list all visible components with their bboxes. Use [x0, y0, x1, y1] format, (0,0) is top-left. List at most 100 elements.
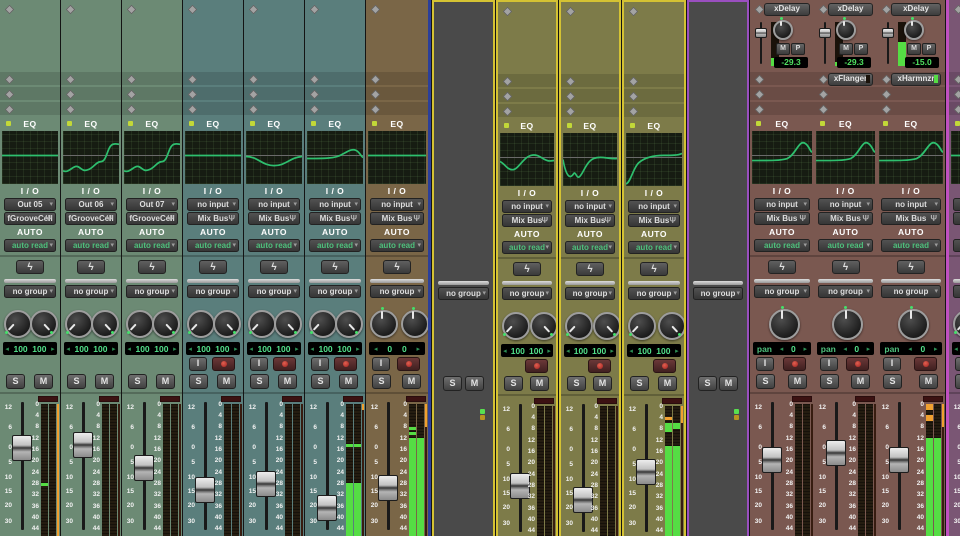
input-selector[interactable]: Mix BusΨ: [502, 214, 552, 227]
meter-clip-indicator[interactable]: [99, 396, 119, 402]
send-slot-a[interactable]: xDelay: [877, 2, 945, 15]
automation-mode-selector[interactable]: auto read▾: [65, 239, 117, 252]
send-slot-d[interactable]: [366, 102, 428, 115]
send-slot-d[interactable]: [877, 102, 945, 115]
elastic-audio-button[interactable]: ϟ: [321, 260, 349, 274]
solo-button[interactable]: S: [630, 376, 649, 391]
mute-button[interactable]: M: [851, 374, 870, 389]
output-selector[interactable]: Out 06▾: [65, 198, 117, 211]
send-slot-c[interactable]: [244, 87, 304, 100]
fader-track[interactable]: [204, 402, 207, 530]
automation-mode-selector[interactable]: auto read▾: [370, 239, 424, 252]
group-selector[interactable]: no group▾: [818, 285, 873, 298]
input-monitor-button[interactable]: I: [820, 357, 838, 371]
eq-row[interactable]: EQ: [949, 117, 960, 130]
eq-row[interactable]: EQ: [877, 117, 945, 130]
meter-clip-indicator[interactable]: [282, 396, 302, 402]
pan-knob-right[interactable]: [210, 307, 240, 337]
pan-knob-right[interactable]: [398, 307, 428, 337]
pan-knob-right[interactable]: [655, 309, 685, 339]
input-monitor-button[interactable]: I: [372, 357, 390, 371]
eq-row[interactable]: EQ: [624, 119, 684, 132]
output-selector[interactable]: no input▾: [187, 198, 239, 211]
elastic-audio-button[interactable]: ϟ: [138, 260, 166, 274]
elastic-audio-button[interactable]: ϟ: [897, 260, 925, 274]
pan-knob-left[interactable]: [950, 307, 960, 337]
elastic-audio-button[interactable]: ϟ: [768, 260, 796, 274]
send-level-knob[interactable]: [770, 17, 792, 39]
pan-value-display[interactable]: pan◂0▸: [817, 342, 874, 355]
pan-value-display[interactable]: ◂100100▸: [501, 344, 553, 357]
record-enable-button[interactable]: [914, 357, 937, 371]
record-enable-button[interactable]: [334, 357, 357, 371]
pan-knob-right[interactable]: [271, 307, 301, 337]
send-slot-b[interactable]: [305, 72, 365, 85]
send-level-knob[interactable]: [901, 17, 923, 39]
meter-clip-indicator[interactable]: [855, 396, 875, 402]
send-slot-c[interactable]: [814, 87, 877, 100]
send-pre-button[interactable]: P: [791, 43, 805, 55]
solo-button[interactable]: S: [567, 376, 586, 391]
automation-mode-selector[interactable]: auto read▾: [881, 239, 941, 252]
send-slot-a[interactable]: [122, 2, 182, 15]
send-slot-b[interactable]: [244, 72, 304, 85]
eq-row[interactable]: EQ: [498, 119, 556, 132]
pan-knob-right[interactable]: [332, 307, 362, 337]
send-slot-a[interactable]: xDelay: [814, 2, 877, 15]
send-mute-button[interactable]: M: [839, 43, 853, 55]
solo-button[interactable]: S: [189, 374, 208, 389]
meter-clip-indicator[interactable]: [792, 396, 812, 402]
record-enable-button[interactable]: [783, 357, 806, 371]
pan-value-display[interactable]: pan◂0▸: [753, 342, 811, 355]
send-slot-d[interactable]: [624, 104, 684, 117]
record-enable-button[interactable]: [846, 357, 869, 371]
output-selector[interactable]: no input▾: [565, 200, 615, 213]
mute-button[interactable]: M: [95, 374, 114, 389]
send-slot-b[interactable]: [949, 72, 960, 85]
output-selector[interactable]: no input▾: [754, 198, 810, 211]
pan-value-display[interactable]: ◂00▸: [369, 342, 425, 355]
group-selector[interactable]: no group▾: [628, 287, 680, 300]
fader-track[interactable]: [265, 402, 268, 530]
solo-button[interactable]: S: [128, 374, 147, 389]
send-level-knob[interactable]: [833, 17, 855, 39]
input-selector[interactable]: Mix BusΨ: [187, 212, 239, 225]
record-enable-button[interactable]: [273, 357, 296, 371]
solo-button[interactable]: S: [883, 374, 902, 389]
output-selector[interactable]: no input▾: [628, 200, 680, 213]
input-selector[interactable]: Mix BusΨ: [754, 212, 810, 225]
send-b-button[interactable]: xFlanger: [828, 73, 873, 86]
eq-row[interactable]: EQ: [61, 117, 121, 130]
solo-button[interactable]: S: [250, 374, 269, 389]
send-slot-c[interactable]: [183, 87, 243, 100]
meter-clip-indicator[interactable]: [160, 396, 180, 402]
automation-mode-selector[interactable]: auto read▾: [628, 241, 680, 254]
send-slot-b[interactable]: [561, 74, 619, 87]
input-selector[interactable]: Mix BusΨ: [370, 212, 424, 225]
input-monitor-button[interactable]: I: [311, 357, 329, 371]
send-slot-a[interactable]: xDelay: [750, 2, 814, 15]
send-slot-b[interactable]: [183, 72, 243, 85]
send-slot-b[interactable]: [624, 74, 684, 87]
group-selector[interactable]: no group▾: [502, 287, 552, 300]
group-selector[interactable]: no group▾: [565, 287, 615, 300]
send-slot-c[interactable]: [877, 87, 945, 100]
input-selector[interactable]: Mix BusΨ: [881, 212, 941, 225]
send-slot-b[interactable]: [61, 72, 121, 85]
automation-mode-selector[interactable]: auto read▾: [248, 239, 300, 252]
mute-button[interactable]: M: [658, 376, 677, 391]
pan-value-display[interactable]: ◂100100▸: [308, 342, 362, 355]
send-b-button[interactable]: xHarmnzr: [891, 73, 941, 86]
group-selector[interactable]: no group▾: [309, 285, 361, 298]
eq-row[interactable]: EQ: [183, 117, 243, 130]
record-enable-button[interactable]: [588, 359, 611, 373]
elastic-audio-button[interactable]: ϟ: [199, 260, 227, 274]
input-monitor-button[interactable]: I: [955, 357, 960, 371]
fader-track[interactable]: [21, 402, 24, 530]
send-slot-b[interactable]: [122, 72, 182, 85]
input-monitor-button[interactable]: I: [250, 357, 268, 371]
output-selector[interactable]: Out 05▾: [4, 198, 56, 211]
send-slot-a[interactable]: [949, 2, 960, 15]
send-slot-d[interactable]: [814, 102, 877, 115]
send-slot-d[interactable]: [561, 104, 619, 117]
